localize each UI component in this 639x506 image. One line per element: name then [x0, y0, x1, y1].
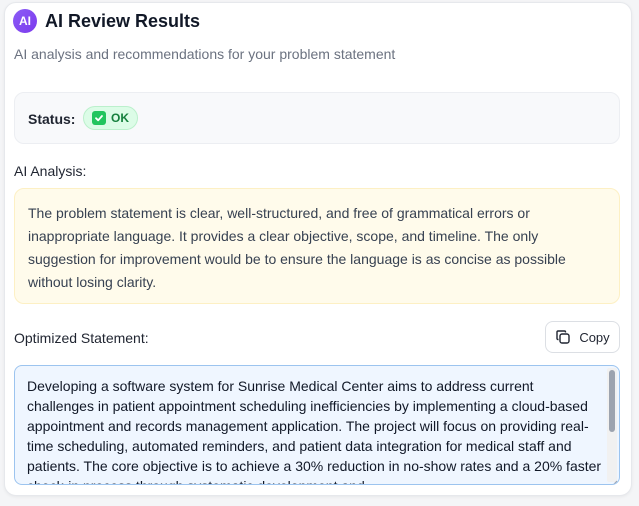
copy-button[interactable]: Copy — [545, 321, 620, 353]
page-subtitle: AI analysis and recommendations for your… — [14, 46, 396, 62]
status-value: OK — [111, 111, 129, 125]
copy-icon — [555, 329, 571, 345]
optimized-statement-text: Developing a software system for Sunrise… — [27, 378, 602, 484]
analysis-label: AI Analysis: — [14, 163, 87, 179]
copy-button-label: Copy — [579, 329, 610, 345]
status-label: Status: — [28, 111, 76, 127]
status-badge: OK — [83, 106, 138, 130]
resize-handle-icon[interactable] — [610, 475, 618, 484]
check-icon — [92, 111, 106, 125]
page-title: AI Review Results — [45, 10, 201, 31]
analysis-panel: The problem statement is clear, well-str… — [14, 188, 620, 304]
card-header: AI AI Review Results — [13, 9, 200, 33]
status-panel: Status: OK — [14, 92, 620, 144]
ai-badge-icon: AI — [13, 9, 37, 33]
textarea-scrollbar[interactable] — [607, 368, 617, 482]
ai-review-card: AI AI Review Results AI analysis and rec… — [4, 2, 632, 496]
optimized-label: Optimized Statement: — [14, 330, 149, 346]
optimized-statement-textarea[interactable]: Developing a software system for Sunrise… — [14, 365, 620, 485]
scrollbar-thumb[interactable] — [609, 370, 615, 432]
analysis-text: The problem statement is clear, well-str… — [28, 205, 566, 290]
